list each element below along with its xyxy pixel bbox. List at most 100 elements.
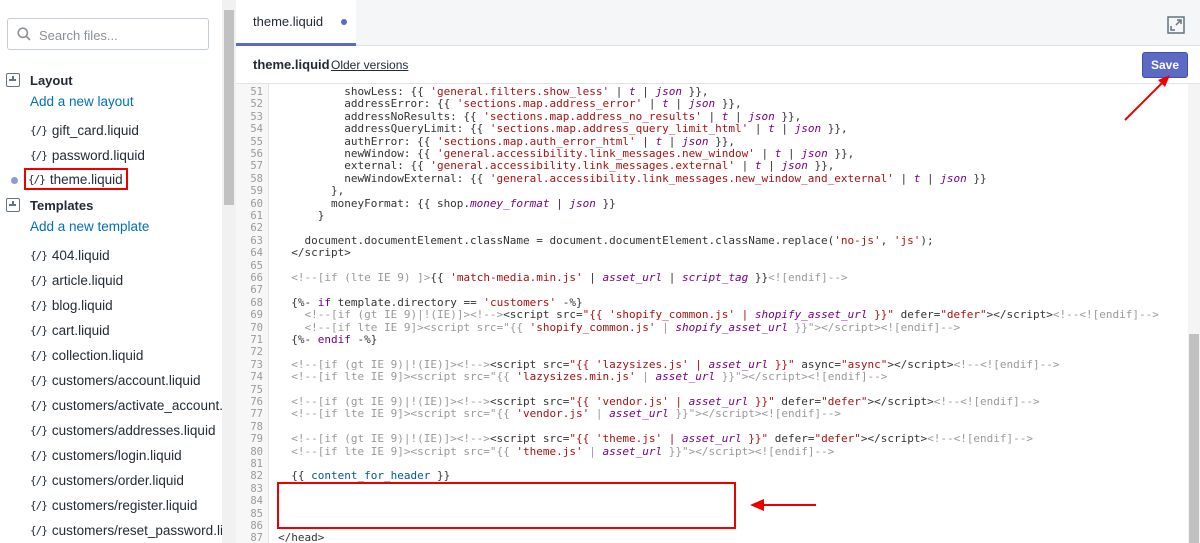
add-new-templates-link[interactable]: Add a new template	[30, 219, 149, 234]
code-line: moneyFormat: {{ shop.money_format | json…	[278, 196, 616, 210]
liquid-file-icon: {/}	[30, 273, 48, 287]
file-item[interactable]: {/} password.liquid	[30, 145, 145, 165]
code-line: <!--[if lte IE 9]><script src="{{ 'theme…	[291, 444, 835, 458]
line-number: 84	[250, 495, 263, 508]
code-line: {%- endif -%}	[278, 333, 378, 346]
line-number: 56	[250, 148, 263, 160]
line-number: 75	[250, 383, 263, 396]
add-new-layout-link[interactable]: Add a new layout	[30, 94, 134, 109]
code-line: </head>	[278, 531, 325, 543]
sidebar-scrollbar-thumb[interactable]	[224, 10, 234, 205]
line-number: 68	[250, 296, 263, 309]
line-number: 59	[250, 185, 263, 198]
code-area[interactable]: 51 52 53 54 55 56 57 58 59 60 61 62 63 64 65 66 67 68 69 70…	[236, 84, 1186, 543]
older-versions-link[interactable]: Older versions	[331, 58, 408, 72]
file-item[interactable]: {/} article.liquid	[30, 270, 123, 290]
file-item[interactable]: {/} cart.liquid	[30, 320, 110, 340]
file-item[interactable]: {/} 404.liquid	[30, 245, 110, 265]
file-name: customers/register.liquid	[51, 497, 198, 513]
code-line: </script>	[278, 246, 351, 260]
line-number: 76	[250, 396, 263, 408]
line-number: 58	[250, 172, 263, 185]
code-line: <!--[if lte IE 9]><script src="{{ 'lazys…	[291, 370, 888, 384]
unsaved-dot-icon	[341, 18, 348, 25]
line-number: 85	[250, 507, 263, 520]
file-name: 404.liquid	[51, 247, 110, 263]
file-header-bar: theme.liquid Older versions	[236, 46, 1200, 84]
line-number: 72	[250, 346, 263, 359]
code-line: <!--[if (lte IE 9) ]>{{ 'match-media.min…	[291, 271, 848, 284]
file-item[interactable]: {/}customers/reset_password.liquid	[30, 520, 222, 540]
liquid-file-icon: {/}	[30, 323, 48, 337]
line-number: 81	[250, 458, 263, 470]
file-item[interactable]: {/} customers/order.liquid	[30, 470, 184, 490]
file-name: article.liquid	[51, 272, 124, 288]
file-item[interactable]: {/} collection.liquid	[30, 345, 143, 365]
liquid-file-icon: {/}	[30, 148, 48, 162]
section-heading-templates[interactable]: Templates	[6, 195, 93, 215]
red-arrow-to-box-icon	[750, 499, 816, 511]
file-sidebar: Layout Add a new layout {/}gift_card.liqui…	[0, 0, 222, 543]
search-input[interactable]	[39, 25, 204, 45]
file-name: theme.liquid	[49, 171, 123, 187]
expand-icon[interactable]	[1167, 16, 1185, 34]
collapse-icon	[6, 198, 20, 212]
code-line: newWindowExternal: {{ 'general.accessibi…	[278, 171, 987, 185]
file-name: collection.liquid	[51, 347, 144, 363]
line-number: 51	[250, 86, 263, 98]
code-line: }	[278, 209, 325, 222]
file-item[interactable]: {/}customers/activate_account.liquid	[30, 395, 222, 415]
line-number: 63	[250, 234, 263, 247]
collapse-icon	[6, 73, 20, 87]
line-number: 79	[250, 433, 263, 446]
red-arrow-to-save-icon	[1124, 75, 1170, 121]
file-item[interactable]: {/} customers/addresses.liquid	[30, 420, 215, 440]
file-title: theme.liquid	[253, 57, 330, 72]
file-name: customers/order.liquid	[51, 472, 184, 488]
line-number: 67	[250, 284, 263, 297]
line-number: 83	[250, 482, 263, 495]
tab-theme-liquid[interactable]: theme.liquid	[236, 0, 356, 46]
line-number: 71	[250, 334, 263, 346]
liquid-file-icon: {/}	[30, 498, 48, 512]
liquid-file-icon: {/}	[30, 348, 48, 362]
code-line: <!--[if lte IE 9]><script src="{{ 'shopi…	[304, 320, 961, 334]
liquid-file-icon: {/}	[30, 123, 48, 137]
line-number: 60	[250, 197, 263, 210]
file-item[interactable]: {/} blog.liquid	[30, 295, 113, 315]
file-name: customers/activate_account.liquid	[51, 397, 222, 413]
file-name: customers/addresses.liquid	[51, 422, 216, 438]
file-item[interactable]: {/} gift_card.liquid	[30, 120, 139, 140]
line-number: 65	[250, 259, 263, 272]
highlight-box-insert-area	[277, 482, 736, 529]
tab-bar: theme.liquid	[236, 0, 1200, 46]
search-icon	[17, 27, 31, 41]
section-heading-label: Templates	[30, 197, 94, 213]
editor-scrollbar-thumb[interactable]	[1189, 334, 1199, 543]
line-number: 54	[250, 123, 263, 136]
file-name: customers/account.liquid	[51, 372, 201, 388]
line-number: 53	[250, 110, 263, 123]
file-item[interactable]: {/} customers/login.liquid	[30, 445, 182, 465]
file-item[interactable]: {/} theme.liquid	[24, 168, 128, 190]
code-line: {{ content_for_header }}	[278, 469, 451, 483]
file-name: customers/reset_password.liquid	[51, 522, 222, 538]
liquid-file-icon: {/}	[30, 423, 48, 437]
liquid-file-icon: {/}	[30, 298, 48, 312]
tab-label: theme.liquid	[253, 14, 324, 29]
line-number: 55	[250, 135, 263, 148]
liquid-file-icon: {/}	[30, 248, 48, 262]
file-item[interactable]: {/} customers/account.liquid	[30, 370, 200, 390]
line-number-gutter: 51 52 53 54 55 56 57 58 59 60 61 62 63 64 65 66 67 68 69 70…	[236, 84, 269, 543]
line-number: 80	[250, 445, 263, 458]
line-number: 62	[250, 222, 263, 235]
liquid-file-icon: {/}	[30, 448, 48, 462]
search-box[interactable]	[7, 18, 209, 50]
file-name: customers/login.liquid	[51, 447, 182, 463]
file-name: cart.liquid	[51, 322, 110, 338]
file-name: password.liquid	[51, 147, 145, 163]
section-heading-layout[interactable]: Layout	[6, 70, 73, 90]
liquid-file-icon: {/}	[30, 473, 48, 487]
line-number: 86	[250, 520, 263, 532]
file-item[interactable]: {/} customers/register.liquid	[30, 495, 197, 515]
